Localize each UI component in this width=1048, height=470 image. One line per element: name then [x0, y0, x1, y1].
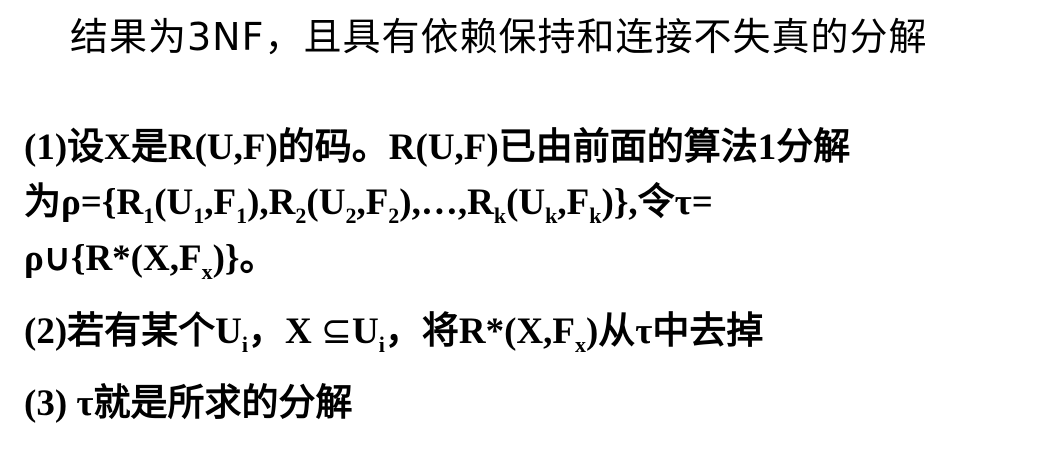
subseteq-symbol: ⊆ [320, 309, 352, 352]
text-seg: U [352, 311, 379, 352]
slide-title: 结果为3NF，且具有依赖保持和连接不失真的分解 [70, 15, 928, 59]
step-1-line-3: ρ∪{R*(X,Fx)}。 [24, 227, 277, 284]
slide: 结果为3NF，且具有依赖保持和连接不失真的分解 (1)设X是R(U,F)的码。R… [0, 0, 1048, 470]
text-seg: )}。 [212, 238, 277, 279]
text-seg: (U [306, 182, 346, 223]
text-seg: )},令τ= [601, 182, 713, 223]
text-seg: (U [506, 182, 546, 223]
subscript: 2 [295, 203, 307, 228]
text-seg: ),…,R [399, 182, 494, 223]
text-seg: ,F [557, 182, 590, 223]
text-seg: ，将R*(X,F [384, 311, 575, 352]
text-seg: )从τ中去掉 [585, 311, 764, 352]
subscript: 2 [345, 203, 357, 228]
subscript: 1 [193, 203, 205, 228]
text-seg: (2)若有某个U [24, 311, 242, 352]
subscript: k [589, 203, 602, 228]
text-seg: ,F [204, 182, 237, 223]
subscript: x [201, 259, 213, 284]
step-2-line: (2)若有某个Ui，X ⊆Ui，将R*(X,Fx)从τ中去掉 [24, 300, 764, 357]
text-seg: ,F [356, 182, 389, 223]
subscript: x [574, 332, 586, 357]
subscript: k [545, 203, 558, 228]
step-1-line-1: (1)设X是R(U,F)的码。R(U,F)已由前面的算法1分解 [24, 127, 851, 168]
subscript: 1 [236, 203, 248, 228]
text-seg: (U [154, 182, 194, 223]
subscript: 1 [143, 203, 155, 228]
step-3-line: (3) τ就是所求的分解 [24, 383, 353, 424]
text-seg: ),R [247, 182, 296, 223]
subscript: k [493, 203, 507, 228]
step-1-line-2: 为ρ={R1(U1,F1),R2(U2,F2),…,Rk(Uk,Fk)},令τ= [24, 171, 713, 228]
text-seg: ρ∪{R*(X,F [24, 238, 202, 279]
subscript: 2 [388, 203, 400, 228]
text-seg: 为ρ={R [24, 182, 144, 223]
text-seg: ，X [248, 311, 321, 352]
